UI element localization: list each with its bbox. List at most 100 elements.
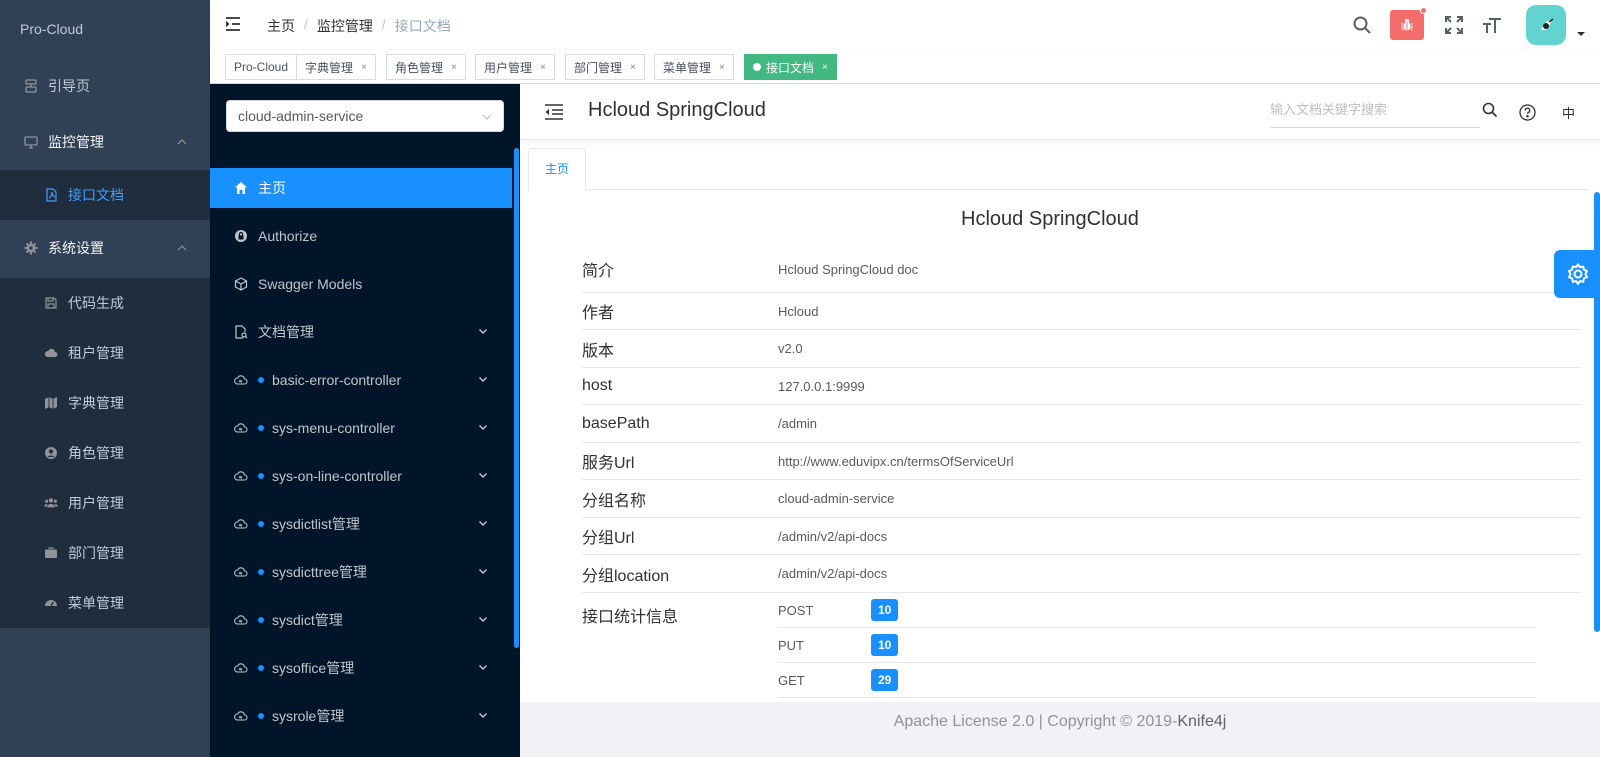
doc-menu-controller[interactable]: sys-on-line-controller [210,456,512,496]
info-row: 版本 v2.0 [582,330,1580,368]
copyright-symbol: © [1120,713,1132,730]
footer-brand[interactable]: Knife4j [1177,713,1226,730]
tag-label: 用户管理 [484,60,533,75]
tag-pro-cloud[interactable]: Pro-Cloud [225,54,298,80]
info-row: 作者 Hcloud [582,293,1580,330]
footer-license: Apache License 2.0 | Copyright [893,713,1121,730]
doc-menu-controller[interactable]: sys-menu-controller [210,408,512,448]
fullscreen-icon[interactable] [1444,15,1464,35]
doc-menu-controller[interactable]: sysdict管理 [210,600,512,640]
doc-menu-controller[interactable]: sysdictlist管理 [210,504,512,544]
close-icon[interactable]: × [451,62,457,73]
chevron-up-icon [176,136,188,148]
gear-icon [1566,262,1590,286]
settings-float-button[interactable] [1554,250,1600,298]
service-select[interactable]: cloud-admin-service [226,100,504,132]
tag-user[interactable]: 用户管理 × [475,54,555,80]
hamburger-icon[interactable] [224,15,242,33]
sidebar-item-dept[interactable]: 部门管理 [0,528,210,578]
breadcrumb-home[interactable]: 主页 [267,16,295,36]
info-key: host [582,377,613,394]
sidebar-item-monitor[interactable]: 监控管理 [0,114,210,170]
close-icon[interactable]: × [719,62,725,73]
tag-label: 部门管理 [574,60,623,75]
sidebar-item-api-docs[interactable]: 接口文档 [0,170,210,220]
info-value: /admin [778,416,818,431]
info-value[interactable]: http://www.eduvipx.cn/termsOfServiceUrl [778,454,1014,469]
close-icon[interactable]: × [540,62,546,73]
app-sidebar: Pro-Cloud 引导页 监控管理 接口文档 系统设置 代码生成 租户管理 字… [0,0,210,757]
doc-header: Hcloud SpringCloud 输入文档关键字搜索 中 [520,84,1600,140]
sidebar-item-label: 部门管理 [68,545,124,561]
doc-footer: Apache License 2.0 | Copyright © 2019-Kn… [520,702,1600,757]
sidebar-item-role[interactable]: 角色管理 [0,428,210,478]
doc-menu-controller[interactable]: sysrole管理 [210,696,512,736]
pdf-icon [44,188,58,202]
close-icon[interactable]: × [822,62,828,73]
info-key: 作者 [582,305,615,322]
sidebar-item-tenant[interactable]: 租户管理 [0,328,210,378]
chevron-down-icon [478,710,488,720]
doc-sidebar-scrollbar[interactable] [514,148,519,648]
doc-menu-controller[interactable]: sysdicttree管理 [210,552,512,592]
search-icon[interactable] [1352,15,1372,35]
sidebar-item-label: 接口文档 [68,187,124,203]
tag-dept[interactable]: 部门管理 × [565,54,645,80]
chevron-down-icon [478,662,488,672]
briefcase-icon [44,546,58,560]
caret-down-icon[interactable] [1576,29,1586,39]
sidebar-item-dict[interactable]: 字典管理 [0,378,210,428]
doc-tabbar: 主页 [528,148,1588,191]
avatar[interactable] [1526,5,1566,45]
map-icon [44,396,58,410]
chevron-down-icon [478,566,488,576]
info-row: 分组Url /admin/v2/api-docs [582,518,1580,555]
bug-icon [1401,19,1413,31]
error-log-button[interactable] [1390,7,1427,40]
info-row: 简介 Hcloud SpringCloud doc [582,246,1580,293]
sidebar-item-label: 角色管理 [68,445,124,461]
blue-dot [258,617,264,623]
close-icon[interactable]: × [361,62,367,73]
doc-menu-authorize[interactable]: Authorize [210,216,512,256]
info-key: 分组location [582,567,670,585]
sidebar-item-system-settings[interactable]: 系统设置 [0,220,210,276]
language-toggle[interactable]: 中 [1562,103,1575,122]
doc-menu-home[interactable]: 主页 [210,168,512,208]
sidebar-item-user[interactable]: 用户管理 [0,478,210,528]
file-search-icon [234,325,248,339]
app-logo[interactable]: Pro-Cloud [0,0,210,58]
doc-menu-controller[interactable]: basic-error-controller [210,360,512,400]
help-icon[interactable] [1519,104,1536,121]
sidebar-item-label: 用户管理 [68,495,124,511]
tag-menu[interactable]: 菜单管理 × [654,54,734,80]
doc-menu-controller[interactable]: sysoffice管理 [210,648,512,688]
sidebar-item-codegen[interactable]: 代码生成 [0,278,210,328]
tag-dict[interactable]: 字典管理 × [296,54,376,80]
breadcrumb-monitor[interactable]: 监控管理 [317,16,373,36]
tag-api-docs[interactable]: 接口文档 × [744,54,837,80]
doc-info-table: 简介 Hcloud SpringCloud doc 作者 Hcloud 版本 v… [582,246,1580,698]
sidebar-item-menu[interactable]: 菜单管理 [0,578,210,628]
blue-dot [258,521,264,527]
stat-row: GET 29 [778,663,1536,698]
tag-role[interactable]: 角色管理 × [386,54,466,80]
doc-menu-doc-manage[interactable]: 文档管理 [210,312,512,352]
menu-fold-icon[interactable] [544,103,564,121]
sidebar-item-guide[interactable]: 引导页 [0,58,210,114]
text-size-icon[interactable] [1482,15,1502,35]
top-navbar: 主页 / 监控管理 / 接口文档 [210,0,1600,50]
chevron-down-icon [478,422,488,432]
blue-dot [258,425,264,431]
doc-menu-swagger-models[interactable]: Swagger Models [210,264,512,304]
doc-search-input[interactable]: 输入文档关键字搜索 [1270,98,1480,128]
info-key: 分组名称 [582,492,647,510]
tab-home[interactable]: 主页 [528,148,586,191]
close-icon[interactable]: × [630,62,636,73]
tags-view: Pro-Cloud 字典管理 × 角色管理 × 用户管理 × 部门管理 × 菜单管理 × … [210,50,1600,84]
info-key: 服务Url [582,455,635,472]
info-row-stats: 接口统计信息 POST 10 PUT 10 GET 29 [582,593,1580,698]
stat-method: GET [778,672,805,688]
info-value: v2.0 [778,341,803,356]
search-icon[interactable] [1482,102,1498,118]
